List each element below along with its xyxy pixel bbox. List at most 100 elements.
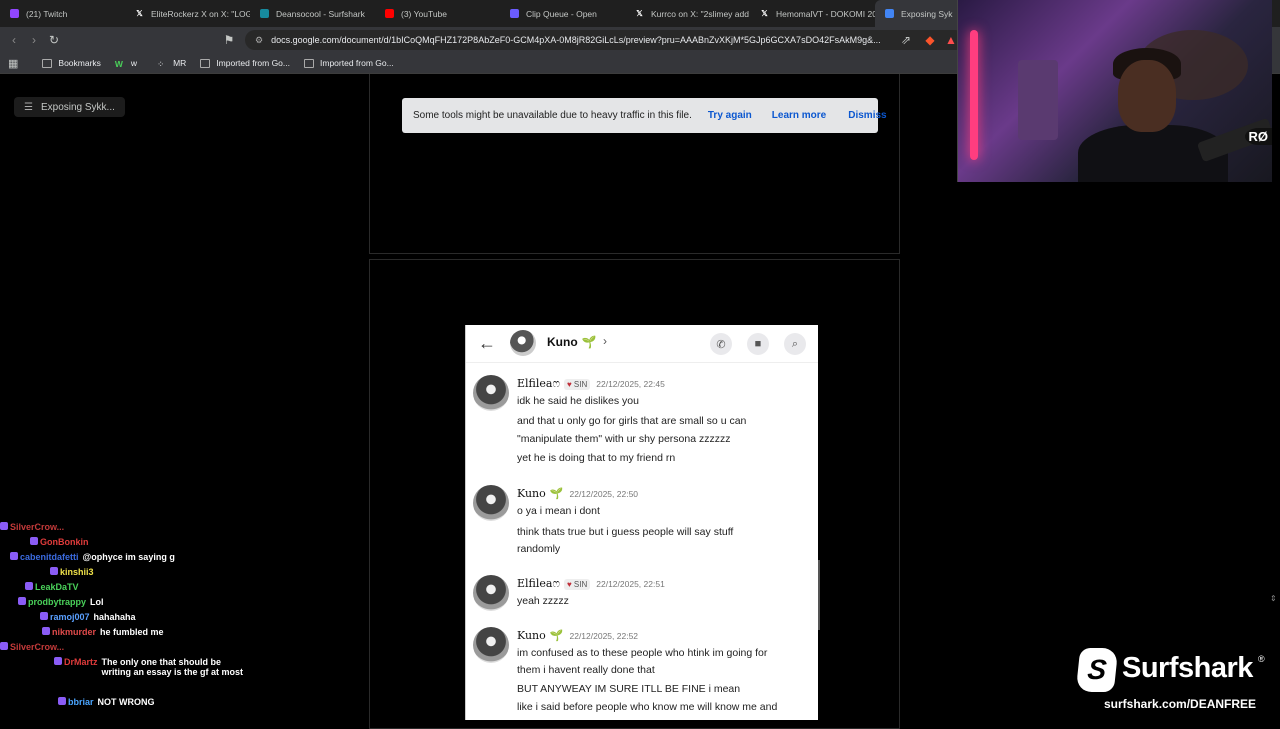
traffic-warning-banner: Some tools might be unavailable due to h… [402,98,887,133]
stream-chat: SilverCrow... GonBonkin cabenitdafetti @oph… [0,518,250,712]
message-line: them i havent really done that [517,664,655,676]
author-suffix: ෆ [552,577,560,590]
surfshark-logo-icon: S [1075,648,1119,692]
message-line: yeah zzzzz [517,595,569,607]
role-tag-text: SIN [573,580,588,589]
chat-username[interactable]: prodbytrappy [28,597,86,607]
chat-username[interactable]: DrMartz [64,657,98,667]
message-line: "manipulate them" with ur shy persona zz… [517,433,731,445]
document-icon: ☰ [24,101,33,113]
message-line: and that u only go for girls that are sm… [517,415,747,427]
back-icon[interactable]: ‹ [4,30,24,50]
dismiss-button[interactable]: Dismiss [848,110,886,121]
chat-badges [10,552,20,560]
chat-username[interactable]: GonBonkin [40,537,89,547]
discord-screenshot: ← Kuno 🌱 › ✆ ■ ⌕ Elfileaෆ ♥ SIN 22/12/2025,… [465,325,818,720]
chat-username[interactable]: kinshii3 [60,567,94,577]
shelf [1018,60,1058,140]
bookmark-item[interactable]: ⁘ MR [157,58,186,69]
badge-icon [10,552,18,560]
surfshark-icon [260,9,269,18]
badge-icon [0,522,8,530]
brave-shield-icon[interactable]: ◆ [920,30,940,50]
chat-message: ramoj007 hahahaha [0,612,250,627]
tab-title: EliteRockerz X on X: "LOG [151,8,250,19]
message-line: randomly [517,543,561,555]
tab-5[interactable]: 𝕏 Kurrco on X: "2slimey add [625,0,750,27]
chat-username[interactable]: LeakDaTV [35,582,79,592]
clip-icon [510,9,519,18]
reload-icon[interactable]: ↻ [44,30,64,50]
neon-light [970,30,978,160]
chat-text: Lol [90,597,104,607]
tab-6[interactable]: 𝕏 HemomalVT - DOKOMI 20 [750,0,875,27]
chat-text: The only one that should be writing an e… [101,657,244,677]
badge-icon [40,612,48,620]
chat-badges [0,522,10,530]
header-name-text: Kuno [547,335,578,349]
forward-icon[interactable]: › [24,30,44,50]
streamer-head [1118,60,1176,132]
author-suffix: ෆ [552,377,560,390]
tab-title: Deansocool - Surfshark [276,8,365,19]
chat-username[interactable]: SilverCrow... [10,642,64,652]
chat-message: DrMartz The only one that should be writi… [0,657,250,697]
site-info-icon[interactable]: ⚙ [255,35,263,46]
tab-title: (3) YouTube [401,8,447,19]
tab-0[interactable]: (21) Twitch [0,0,125,27]
bookmark-item[interactable]: Bookmarks [42,58,101,68]
chat-badges [25,582,35,590]
tab-3[interactable]: (3) YouTube [375,0,500,27]
role-tag: ♥ SIN [563,579,591,590]
sponsor-url: surfshark.com/DEANFREE [1104,697,1257,711]
chat-badges [40,612,50,620]
chat-username[interactable]: cabenitdafetti [20,552,79,562]
bookmark-star-icon[interactable]: ⚑ [219,30,239,50]
chat-text: he fumbled me [100,627,164,637]
document-outline-item[interactable]: ☰ Exposing Sykk... [14,97,125,117]
tab-4[interactable]: Clip Queue - Open [500,0,625,27]
message-line: like i said before people who know me wi… [517,701,778,713]
role-tag-text: SIN [573,380,588,389]
chat-username[interactable]: SilverCrow... [10,522,64,532]
tab-title: HemomalVT - DOKOMI 20 [776,8,875,19]
message-header: Kuno 🌱 22/12/2025, 22:52 [517,629,638,642]
author-name: Kuno [517,629,546,642]
message-line: idk he said he dislikes you [517,395,639,407]
sprout-icon: 🌱 [549,487,564,500]
apps-icon[interactable]: ▦ [8,57,18,70]
author-name: Kuno [517,487,546,500]
share-icon[interactable]: ⇗ [896,30,916,50]
bookmark-label: Imported from Go... [320,58,394,68]
author-name: Elfilea [517,377,553,390]
scrollbar[interactable] [818,560,820,630]
tab-2[interactable]: Deansocool - Surfshark [250,0,375,27]
bookmarks-icon [42,58,53,68]
message-timestamp: 22/12/2025, 22:51 [596,579,665,589]
chat-username[interactable]: bbriar [68,697,94,707]
bookmark-item[interactable]: Imported from Go... [304,58,394,68]
chat-badges [50,567,60,575]
sponsor-overlay: S Surfshark ® surfshark.com/DEANFREE [1075,648,1268,712]
tab-1[interactable]: 𝕏 EliteRockerz X on X: "LOG [125,0,250,27]
avatar [473,627,509,663]
folder-icon [304,58,314,68]
chat-username[interactable]: nikmurder [52,627,96,637]
chat-badges [58,697,68,705]
bookmark-label: w [130,58,138,68]
address-bar[interactable]: ⚙ docs.google.com/document/d/1bICoQMqFHZ… [245,30,965,50]
back-arrow-icon: ← [478,333,496,353]
bookmark-item[interactable]: Imported from Go... [200,58,290,68]
chat-username[interactable]: ramoj007 [50,612,90,622]
try-again-button[interactable]: Try again [708,110,752,121]
chat-message: SilverCrow... [0,642,250,657]
bookmark-item[interactable]: Ww [115,58,138,69]
badge-icon [18,597,26,605]
chat-badges [30,537,40,545]
learn-more-link[interactable]: Learn more [772,110,826,121]
chat-message: prodbytrappy Lol [0,597,250,612]
search-icon: ⌕ [784,333,806,355]
x-icon: 𝕏 [636,9,643,18]
banner-message: Some tools might be unavailable due to h… [413,110,692,121]
avatar [510,330,536,356]
